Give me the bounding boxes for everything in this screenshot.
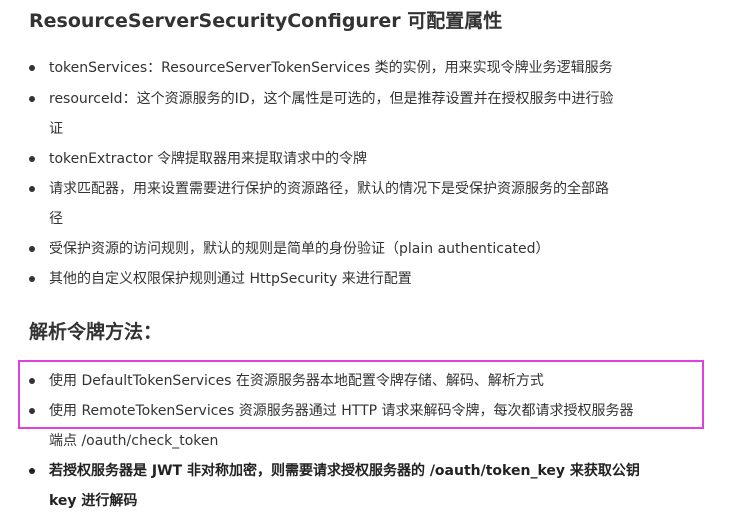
bullet-icon [29, 276, 35, 282]
list-item-access-rules: 受保护资源的访问规则，默认的规则是简单的身份验证（plain authentic… [29, 234, 709, 264]
bullet-icon [29, 65, 35, 71]
list-item-default-token-services: 使用 DefaultTokenServices 在资源服务器本地配置令牌存储、解… [29, 366, 709, 396]
section-heading-token-parsing: 解析令牌方法： [29, 321, 163, 343]
list-item-token-extractor: tokenExtractor 令牌提取器用来提取请求中的令牌 [29, 144, 709, 174]
list-item-remote-token-services: 使用 RemoteTokenServices 资源服务器通过 HTTP 请求来解… [29, 396, 709, 456]
list-item-text-continuation: key 进行解码 [49, 493, 138, 509]
bullet-icon [29, 156, 35, 162]
document-page: ResourceServerSecurityConfigurer 可配置属性 t… [0, 0, 733, 528]
list-item-text: 若授权服务器是 JWT 非对称加密，则需要请求授权服务器的 /oauth/tok… [49, 463, 640, 479]
list-item-text: 使用 DefaultTokenServices 在资源服务器本地配置令牌存储、解… [49, 373, 544, 389]
list-item-text: 请求匹配器，用来设置需要进行保护的资源路径，默认的情况下是受保护资源服务的全部路 [49, 181, 609, 197]
list-item-text-continuation: 证 [49, 121, 63, 137]
list-item-resource-id: resourceId：这个资源服务的ID，这个属性是可选的，但是推荐设置并在授权… [29, 84, 709, 144]
list-item-token-services: tokenServices：ResourceServerTokenService… [29, 53, 709, 83]
list-item-jwt-asymmetric: 若授权服务器是 JWT 非对称加密，则需要请求授权服务器的 /oauth/tok… [29, 456, 709, 516]
list-item-text: 其他的自定义权限保护规则通过 HttpSecurity 来进行配置 [49, 271, 412, 287]
bullet-icon [29, 186, 35, 192]
list-item-text: 受保护资源的访问规则，默认的规则是简单的身份验证（plain authentic… [49, 241, 550, 257]
list-item-text-continuation: 端点 /oauth/check_token [49, 433, 219, 449]
list-item-text-continuation: 径 [49, 211, 63, 227]
list-item-http-security: 其他的自定义权限保护规则通过 HttpSecurity 来进行配置 [29, 264, 709, 294]
bullet-icon [29, 378, 35, 384]
list-item-text: 使用 RemoteTokenServices 资源服务器通过 HTTP 请求来解… [49, 403, 634, 419]
list-item-request-matcher: 请求匹配器，用来设置需要进行保护的资源路径，默认的情况下是受保护资源服务的全部路… [29, 174, 709, 234]
bullet-icon [29, 468, 35, 474]
bullet-icon [29, 96, 35, 102]
bullet-icon [29, 408, 35, 414]
list-item-text: tokenServices：ResourceServerTokenService… [49, 60, 613, 76]
bullet-icon [29, 246, 35, 252]
list-item-text: resourceId：这个资源服务的ID，这个属性是可选的，但是推荐设置并在授权… [49, 91, 614, 107]
list-item-text: tokenExtractor 令牌提取器用来提取请求中的令牌 [49, 151, 368, 167]
section-heading-security-configurer: ResourceServerSecurityConfigurer 可配置属性 [29, 10, 503, 32]
